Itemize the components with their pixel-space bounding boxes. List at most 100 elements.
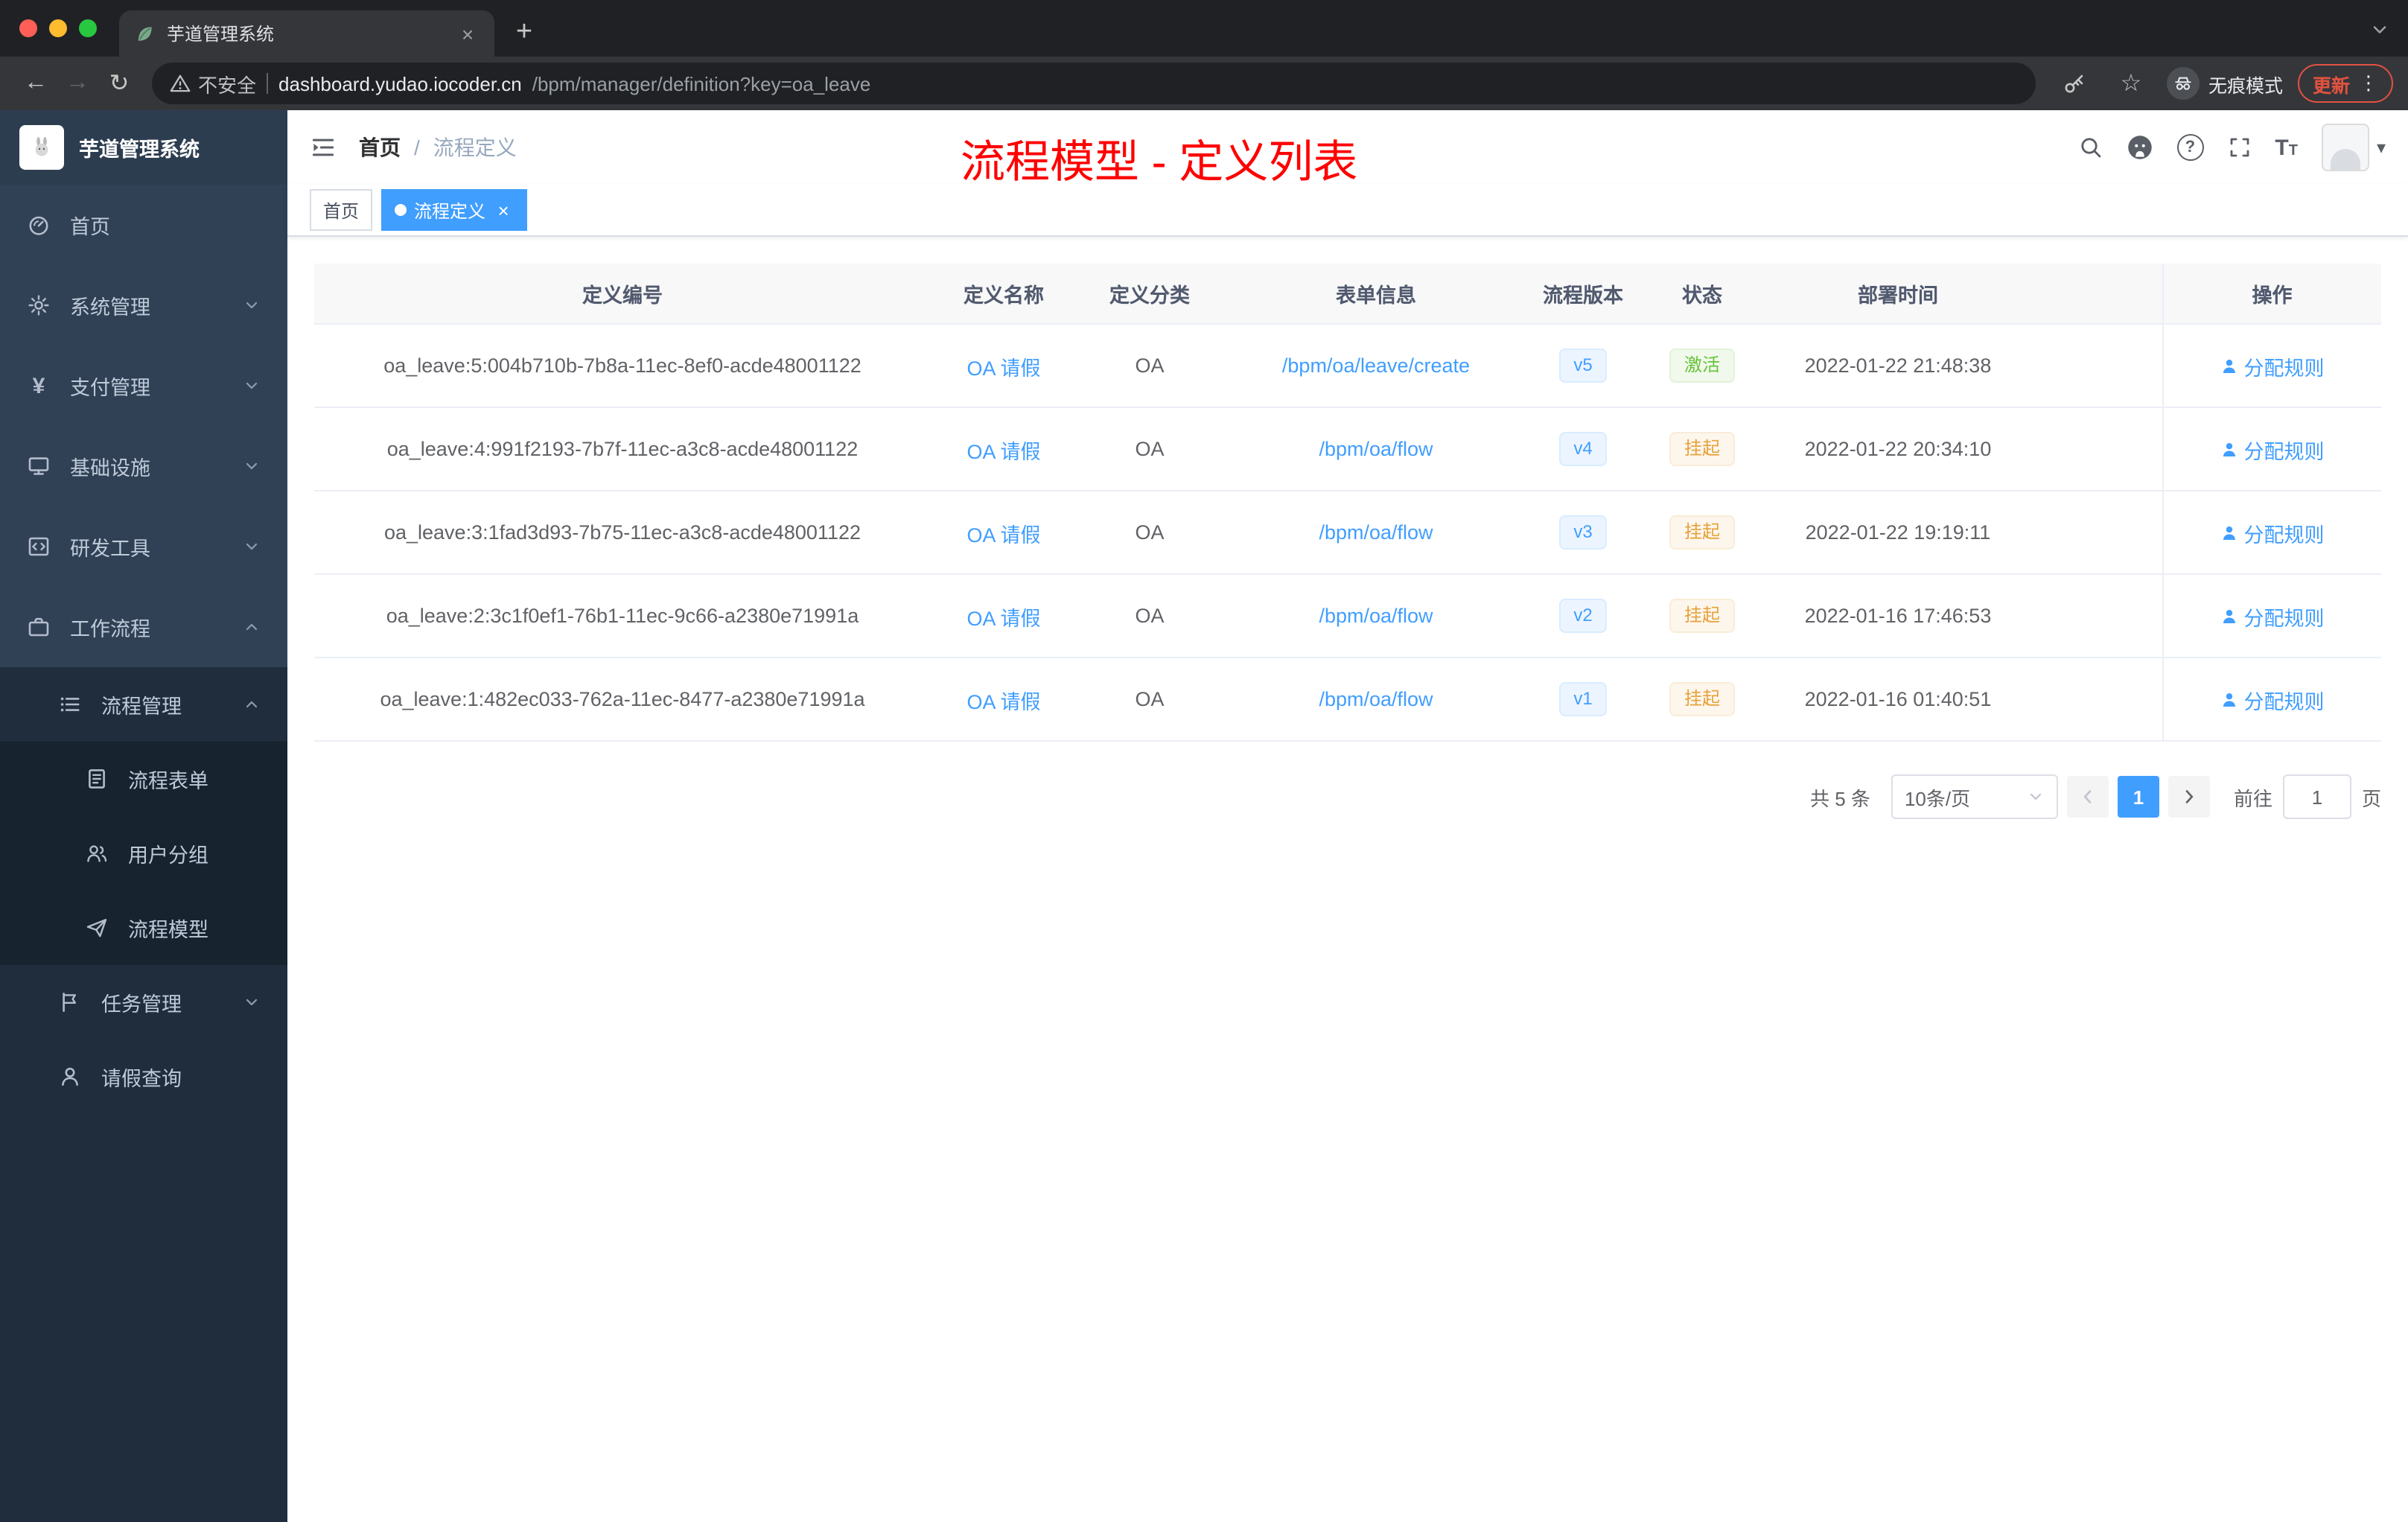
tags-view-bar: 首页 流程定义 × bbox=[287, 185, 2408, 237]
sidebar-item-payment[interactable]: ¥ 支付管理 bbox=[0, 346, 287, 426]
screen: 芋道管理系统 × + ← → ↻ 不安全 dashboard.yudao.ioc… bbox=[0, 0, 2408, 1522]
col-deploy-time: 部署时间 bbox=[1768, 264, 2028, 325]
breadcrumb-home[interactable]: 首页 bbox=[359, 133, 401, 162]
assign-rule-link[interactable]: 分配规则 bbox=[2220, 351, 2325, 380]
prev-page-button[interactable] bbox=[2066, 776, 2109, 818]
chevron-down-icon bbox=[243, 296, 261, 314]
definition-category: OA bbox=[1077, 324, 1223, 408]
tag-process-definition[interactable]: 流程定义 × bbox=[381, 189, 528, 231]
page-size-select[interactable]: 10条/页 bbox=[1891, 774, 2058, 819]
sidebar-item-system[interactable]: 系统管理 bbox=[0, 265, 287, 346]
definition-name-link[interactable]: OA 请假 bbox=[966, 357, 1040, 379]
security-status[interactable]: 不安全 bbox=[170, 69, 256, 98]
workflow-submenu: 流程管理 流程表单 用户分组 流程模型 任务管理 请假查询 bbox=[0, 667, 287, 1114]
definition-name-link[interactable]: OA 请假 bbox=[966, 523, 1040, 546]
form-link[interactable]: /bpm/oa/flow bbox=[1319, 438, 1433, 460]
user-avatar-menu[interactable]: ▾ bbox=[2321, 124, 2386, 171]
definition-name-link[interactable]: OA 请假 bbox=[966, 440, 1040, 462]
github-icon[interactable] bbox=[2126, 134, 2153, 161]
next-page-button[interactable] bbox=[2167, 776, 2210, 818]
app-logo[interactable]: 芋道管理系统 bbox=[0, 110, 287, 185]
search-icon[interactable] bbox=[2078, 136, 2102, 159]
hamburger-icon[interactable] bbox=[310, 134, 337, 161]
definition-table: 定义编号 定义名称 定义分类 表单信息 流程版本 状态 部署时间 操作 oa_l… bbox=[314, 264, 2381, 742]
sidebar-item-task-mgmt[interactable]: 任务管理 bbox=[0, 965, 287, 1039]
main-area: 流程模型 - 定义列表 首页 / 流程定义 ? TT ▾ 首页 流程定义 × 定… bbox=[287, 110, 2408, 1522]
sidebar-item-infrastructure[interactable]: 基础设施 bbox=[0, 426, 287, 506]
tab-strip: 芋道管理系统 × + bbox=[0, 0, 2408, 57]
user-icon bbox=[2220, 690, 2238, 708]
minimize-window-button[interactable] bbox=[49, 19, 67, 37]
tag-home[interactable]: 首页 bbox=[310, 189, 373, 231]
definition-name-link[interactable]: OA 请假 bbox=[966, 607, 1040, 629]
sidebar-item-process-mgmt[interactable]: 流程管理 bbox=[0, 667, 287, 742]
form-link[interactable]: /bpm/oa/flow bbox=[1319, 521, 1433, 544]
key-icon[interactable] bbox=[2054, 63, 2095, 104]
tab-search-chevron-icon[interactable] bbox=[2369, 19, 2390, 40]
bookmark-star-icon[interactable]: ☆ bbox=[2110, 63, 2152, 104]
font-size-icon[interactable]: TT bbox=[2275, 136, 2298, 159]
assign-rule-link[interactable]: 分配规则 bbox=[2220, 684, 2325, 714]
deploy-time: 2022-01-22 19:19:11 bbox=[1768, 491, 2028, 575]
version-badge: v2 bbox=[1558, 599, 1608, 633]
monitor-icon bbox=[27, 454, 51, 478]
reload-button[interactable]: ↻ bbox=[98, 63, 140, 104]
address-bar-actions: ☆ 无痕模式 更新 ⋮ bbox=[2054, 63, 2393, 104]
goto-page-input[interactable] bbox=[2282, 774, 2351, 819]
form-link[interactable]: /bpm/oa/leave/create bbox=[1282, 354, 1470, 377]
url-host: dashboard.yudao.iocoder.cn bbox=[278, 72, 522, 95]
incognito-icon bbox=[2166, 67, 2200, 100]
form-link[interactable]: /bpm/oa/flow bbox=[1319, 688, 1433, 710]
new-tab-button[interactable]: + bbox=[503, 12, 545, 54]
assign-rule-link[interactable]: 分配规则 bbox=[2220, 434, 2325, 464]
sidebar-item-leave-query[interactable]: 请假查询 bbox=[0, 1039, 287, 1114]
sidebar-item-process-form[interactable]: 流程表单 bbox=[0, 742, 287, 816]
table-row: oa_leave:1:482ec033-762a-11ec-8477-a2380… bbox=[314, 657, 2381, 742]
sidebar-item-user-group[interactable]: 用户分组 bbox=[0, 816, 287, 891]
code-icon bbox=[27, 535, 51, 558]
zoom-window-button[interactable] bbox=[79, 19, 97, 37]
close-window-button[interactable] bbox=[19, 19, 37, 37]
sidebar-item-workflow[interactable]: 工作流程 bbox=[0, 587, 287, 667]
filler-cell bbox=[2028, 574, 2162, 658]
yen-icon: ¥ bbox=[32, 373, 45, 398]
forward-button[interactable]: → bbox=[57, 63, 98, 104]
back-button[interactable]: ← bbox=[15, 63, 57, 104]
table-row: oa_leave:4:991f2193-7b7f-11ec-a3c8-acde4… bbox=[314, 407, 2381, 491]
sidebar-item-home[interactable]: 首页 bbox=[0, 185, 287, 265]
col-form-info: 表单信息 bbox=[1223, 264, 1529, 325]
help-icon[interactable]: ? bbox=[2176, 134, 2204, 161]
browser-update-button[interactable]: 更新 ⋮ bbox=[2297, 64, 2393, 103]
col-definition-id: 定义编号 bbox=[314, 264, 931, 325]
form-link[interactable]: /bpm/oa/flow bbox=[1319, 605, 1433, 627]
app-title: 芋道管理系统 bbox=[79, 138, 200, 161]
deploy-time: 2022-01-16 01:40:51 bbox=[1768, 657, 2028, 742]
assign-rule-link[interactable]: 分配规则 bbox=[2220, 518, 2325, 547]
url-divider bbox=[267, 73, 269, 94]
user-icon bbox=[2220, 523, 2238, 541]
browser-tab[interactable]: 芋道管理系统 × bbox=[119, 10, 494, 57]
col-operation: 操作 bbox=[2162, 264, 2381, 325]
chevron-down-icon bbox=[243, 377, 261, 395]
dashboard-icon bbox=[27, 213, 51, 237]
table-row: oa_leave:2:3c1f0ef1-76b1-11ec-9c66-a2380… bbox=[314, 574, 2381, 658]
url-field[interactable]: 不安全 dashboard.yudao.iocoder.cn/bpm/manag… bbox=[152, 63, 2036, 104]
current-page-button[interactable]: 1 bbox=[2117, 776, 2159, 818]
users-icon bbox=[85, 841, 109, 865]
col-definition-name: 定义名称 bbox=[931, 264, 1077, 325]
tab-close-icon[interactable]: × bbox=[456, 22, 480, 45]
sidebar-item-devtools[interactable]: 研发工具 bbox=[0, 506, 287, 587]
tag-close-icon[interactable]: × bbox=[493, 199, 514, 221]
browser-menu-icon[interactable]: ⋮ bbox=[2359, 71, 2378, 95]
user-icon bbox=[2220, 440, 2238, 458]
tab-title: 芋道管理系统 bbox=[167, 24, 275, 45]
sidebar: 芋道管理系统 首页 系统管理 ¥ 支付管理 基础设施 研发工具 工作流程 流程管… bbox=[0, 110, 287, 1522]
document-icon bbox=[85, 767, 109, 791]
chevron-down-icon bbox=[243, 993, 261, 1011]
fullscreen-icon[interactable] bbox=[2227, 136, 2251, 159]
assign-rule-link[interactable]: 分配规则 bbox=[2220, 601, 2325, 631]
definition-name-link[interactable]: OA 请假 bbox=[966, 690, 1040, 713]
sidebar-item-process-model[interactable]: 流程模型 bbox=[0, 891, 287, 965]
navbar-actions: ? TT ▾ bbox=[2078, 124, 2386, 171]
user-icon bbox=[2220, 357, 2238, 375]
